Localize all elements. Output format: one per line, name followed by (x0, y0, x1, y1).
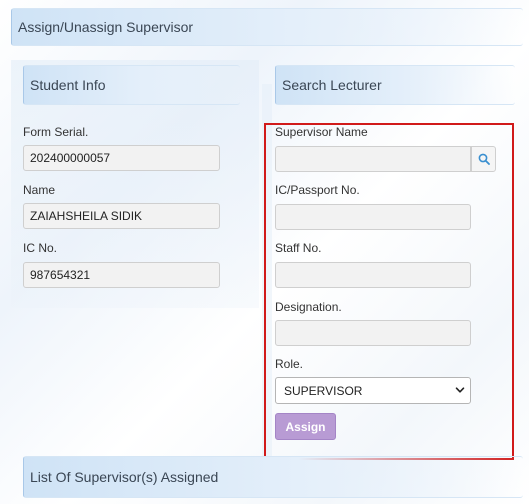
assigned-supervisors-header: List Of Supervisor(s) Assigned (23, 456, 523, 498)
role-select-wrapper: SUPERVISOR (275, 377, 471, 404)
form-serial-field[interactable]: 202400000057 (23, 145, 220, 171)
name-label: Name (23, 183, 56, 197)
name-field[interactable]: ZAIAHSHEILA SIDIK (23, 203, 220, 229)
student-info-header: Student Info (23, 65, 240, 105)
search-form-highlight (264, 123, 514, 460)
supervisor-name-label: Supervisor Name (275, 125, 368, 139)
search-lecturer-header: Search Lecturer (275, 65, 515, 105)
role-label: Role. (275, 357, 304, 371)
designation-input[interactable] (275, 320, 471, 346)
ic-passport-label: IC/Passport No. (275, 183, 360, 197)
staff-no-input[interactable] (275, 262, 471, 288)
search-button[interactable] (471, 146, 496, 172)
supervisor-name-input[interactable] (275, 146, 471, 172)
staff-no-label: Staff No. (275, 241, 322, 255)
designation-label: Designation. (275, 300, 342, 314)
search-icon (478, 153, 490, 165)
role-select[interactable]: SUPERVISOR (275, 377, 471, 404)
page-title: Assign/Unassign Supervisor (11, 8, 523, 46)
assign-button[interactable]: Assign (275, 413, 336, 440)
ic-passport-input[interactable] (275, 204, 471, 230)
ic-field[interactable]: 987654321 (23, 262, 220, 288)
form-serial-label: Form Serial. (23, 125, 89, 139)
ic-label: IC No. (23, 241, 58, 255)
